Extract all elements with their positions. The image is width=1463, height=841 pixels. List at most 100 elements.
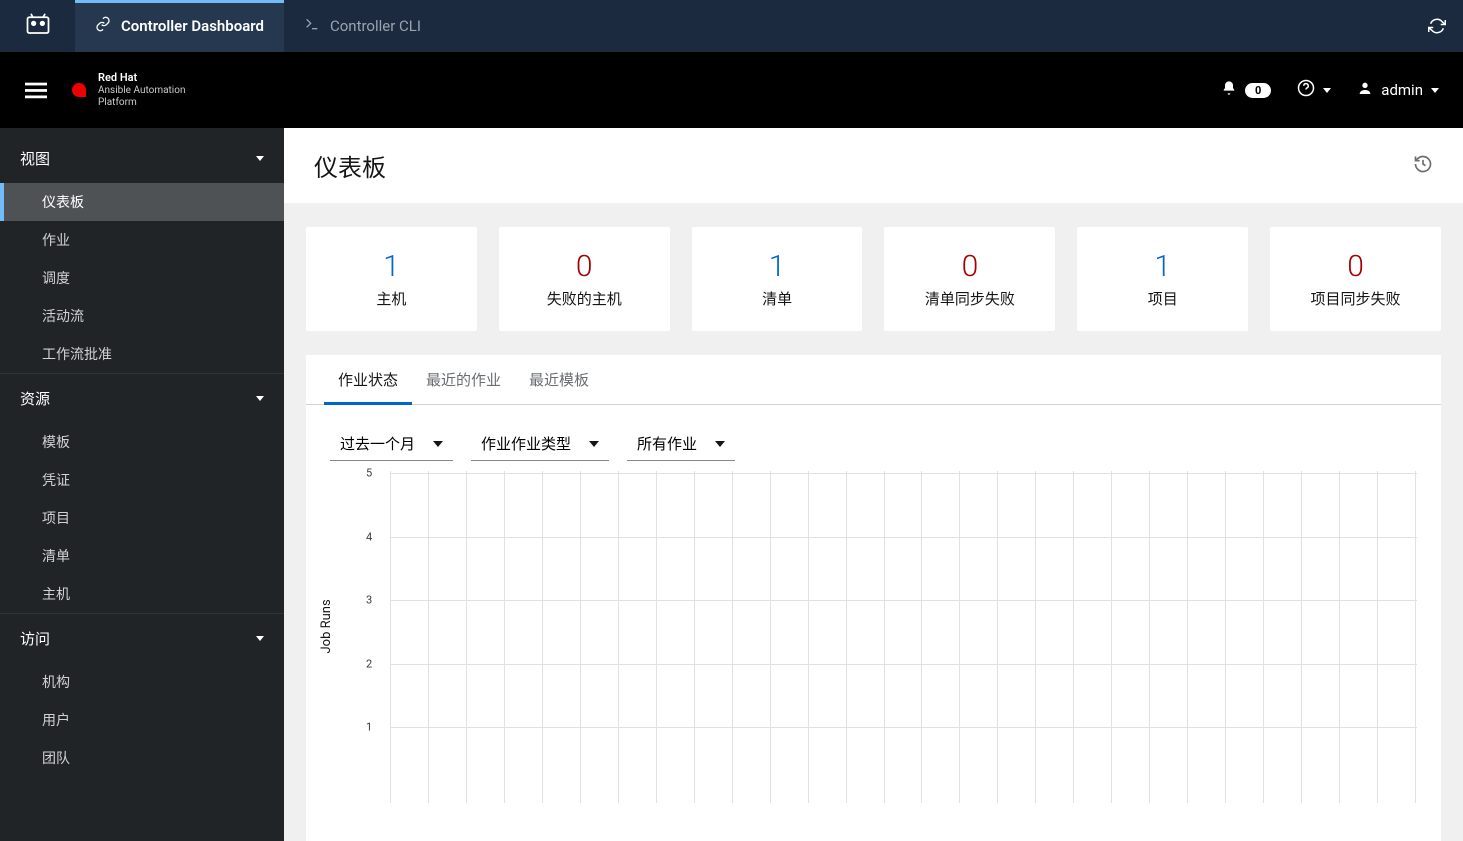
chart-gridline — [959, 471, 960, 803]
stat-value: 0 — [509, 249, 660, 284]
chart-ytick: 3 — [366, 594, 372, 607]
nav-item-activity-stream[interactable]: 活动流 — [0, 297, 284, 335]
tab-controller-dashboard[interactable]: Controller Dashboard — [75, 0, 284, 52]
user-icon — [1357, 80, 1373, 100]
chevron-down-icon — [589, 441, 599, 447]
refresh-button[interactable] — [1411, 17, 1463, 35]
filter-status-dropdown[interactable]: 所有作业 — [627, 427, 735, 461]
chart-gridline — [390, 471, 391, 803]
stats-row: 1主机 0 失败的主机 1 清单 0 清单同步失败 1项目0项目同步失败 — [306, 203, 1441, 355]
stat-label: 主机 — [316, 288, 467, 309]
chart-gridline — [846, 471, 847, 803]
chevron-down-icon — [256, 396, 264, 401]
dropdown-label: 所有作业 — [637, 433, 697, 454]
bell-icon — [1221, 80, 1237, 100]
nav-item-organizations[interactable]: 机构 — [0, 663, 284, 701]
tabs-row: 作业状态最近的作业最近模板 — [306, 355, 1441, 405]
nav-group-label: 视图 — [20, 148, 50, 169]
chevron-down-icon — [433, 441, 443, 447]
stat-card[interactable]: 0项目同步失败 — [1270, 227, 1441, 331]
chart-gridline — [1111, 471, 1112, 803]
chart-gridline — [997, 471, 998, 803]
nav-item-schedules[interactable]: 调度 — [0, 259, 284, 297]
chevron-down-icon — [715, 441, 725, 447]
stat-card[interactable]: 1 清单 — [692, 227, 863, 331]
nav-item-workflow-approvals[interactable]: 工作流批准 — [0, 335, 284, 373]
chart-gridline — [656, 471, 657, 803]
stat-value: 1 — [702, 249, 853, 284]
tabs-container: 作业状态最近的作业最近模板 过去一个月 作业作业类型 所有作业 Job Runs… — [306, 355, 1441, 841]
user-menu-button[interactable]: admin — [1357, 80, 1439, 100]
nav-item-projects[interactable]: 项目 — [0, 499, 284, 537]
nav-item-label: 团队 — [42, 751, 70, 767]
dropdown-label: 作业作业类型 — [481, 433, 571, 454]
brand-line1: Red Hat — [98, 71, 185, 84]
nav-item-inventories[interactable]: 清单 — [0, 537, 284, 575]
tab-controller-cli[interactable]: Controller CLI — [284, 0, 441, 52]
chevron-down-icon — [1431, 88, 1439, 93]
nav-item-label: 机构 — [42, 675, 70, 691]
stat-label: 清单同步失败 — [894, 288, 1045, 309]
stat-label: 清单 — [702, 288, 853, 309]
chart-gridline — [1377, 471, 1378, 803]
chart-gridline — [884, 471, 885, 803]
chart-ytick: 5 — [366, 467, 372, 480]
chart-gridline — [618, 471, 619, 803]
chart-gridline — [580, 471, 581, 803]
chart-gridline — [542, 471, 543, 803]
app-logo[interactable] — [0, 12, 75, 40]
nav-item-label: 工作流批准 — [42, 347, 112, 363]
page-header: 仪表板 — [284, 128, 1463, 203]
nav-item-teams[interactable]: 团队 — [0, 739, 284, 777]
dropdown-label: 过去一个月 — [340, 433, 415, 454]
help-button[interactable] — [1297, 79, 1331, 101]
nav-group-label: 资源 — [20, 388, 50, 409]
page-title: 仪表板 — [314, 148, 386, 183]
chart-ytick: 2 — [366, 657, 372, 670]
stat-card[interactable]: 0 清单同步失败 — [884, 227, 1055, 331]
chevron-down-icon — [256, 636, 264, 641]
filter-job-type-dropdown[interactable]: 作业作业类型 — [471, 427, 609, 461]
brand-line2: Ansible Automation — [98, 85, 185, 97]
nav-item-templates[interactable]: 模板 — [0, 423, 284, 461]
nav-item-label: 凭证 — [42, 473, 70, 489]
nav-item-credentials[interactable]: 凭证 — [0, 461, 284, 499]
sidebar: 视图 仪表板 作业 调度 活动流 工作流批准 资源 模板 凭证 项目 清单 主机… — [0, 128, 284, 841]
nav-group-resources[interactable]: 资源 — [0, 373, 284, 423]
nav-item-jobs[interactable]: 作业 — [0, 221, 284, 259]
username-label: admin — [1381, 81, 1423, 99]
chart-ylabel: Job Runs — [319, 599, 334, 653]
nav-item-users[interactable]: 用户 — [0, 701, 284, 739]
chart-gridline — [1187, 471, 1188, 803]
stat-card[interactable]: 1项目 — [1077, 227, 1248, 331]
content-tab[interactable]: 最近的作业 — [412, 355, 515, 404]
content-tab[interactable]: 作业状态 — [324, 355, 412, 404]
stat-label: 项目 — [1087, 288, 1238, 309]
filters-row: 过去一个月 作业作业类型 所有作业 — [306, 405, 1441, 471]
nav-group-views[interactable]: 视图 — [0, 134, 284, 183]
chart-ytick: 1 — [366, 721, 372, 734]
nav-item-dashboard[interactable]: 仪表板 — [0, 183, 284, 221]
stat-label: 失败的主机 — [509, 288, 660, 309]
filter-period-dropdown[interactable]: 过去一个月 — [330, 427, 453, 461]
content-tab[interactable]: 最近模板 — [515, 355, 603, 404]
chart-gridline — [1225, 471, 1226, 803]
nav-group-access[interactable]: 访问 — [0, 613, 284, 663]
chart-gridline — [808, 471, 809, 803]
nav-toggle-button[interactable] — [0, 79, 72, 101]
brand: Red Hat Ansible Automation Platform — [72, 71, 185, 108]
nav-item-label: 模板 — [42, 435, 70, 451]
nav-item-hosts[interactable]: 主机 — [0, 575, 284, 613]
stat-card[interactable]: 1主机 — [306, 227, 477, 331]
chart-gridline — [1149, 471, 1150, 803]
notifications-button[interactable]: 0 — [1221, 80, 1271, 100]
history-button[interactable] — [1413, 154, 1433, 178]
stat-card[interactable]: 0 失败的主机 — [499, 227, 670, 331]
nav-item-label: 调度 — [42, 271, 70, 287]
stat-label: 项目同步失败 — [1280, 288, 1431, 309]
chart-gridline — [1301, 471, 1302, 803]
nav-item-label: 项目 — [42, 511, 70, 527]
stat-value: 0 — [894, 249, 1045, 284]
nav-item-label: 活动流 — [42, 309, 84, 325]
link-icon — [95, 16, 111, 36]
